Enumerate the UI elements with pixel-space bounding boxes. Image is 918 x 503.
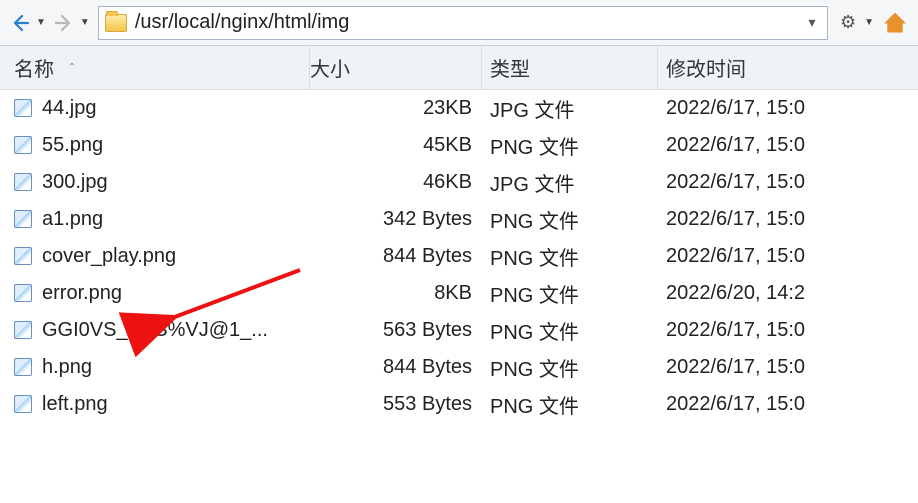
file-name: left.png (42, 393, 108, 416)
file-date: 2022/6/17, 15:0 (658, 97, 918, 120)
file-size: 46KB (310, 171, 482, 194)
column-header-name[interactable]: 名称 ˆ (0, 46, 310, 89)
file-date: 2022/6/17, 15:0 (658, 208, 918, 231)
back-history-dropdown[interactable]: ▼ (36, 17, 46, 28)
forward-history-dropdown[interactable]: ▼ (80, 17, 90, 28)
file-date: 2022/6/17, 15:0 (658, 319, 918, 342)
file-row[interactable]: 55.png 45KB PNG 文件 2022/6/17, 15:0 (0, 127, 918, 164)
column-header-date[interactable]: 修改时间 (658, 53, 918, 82)
file-name: 44.jpg (42, 97, 97, 120)
file-list: 44.jpg 23KB JPG 文件 2022/6/17, 15:0 55.pn… (0, 90, 918, 423)
file-type: PNG 文件 (482, 390, 658, 419)
file-size: 553 Bytes (310, 393, 482, 416)
settings-dropdown[interactable]: ▼ (864, 17, 874, 28)
file-type: PNG 文件 (482, 131, 658, 160)
address-bar[interactable]: /usr/local/nginx/html/img ▾ (98, 6, 828, 40)
file-size: 45KB (310, 134, 482, 157)
image-file-icon (14, 99, 32, 117)
address-path: /usr/local/nginx/html/img (135, 11, 795, 34)
file-type: PNG 文件 (482, 353, 658, 382)
image-file-icon (14, 321, 32, 339)
file-type: PNG 文件 (482, 316, 658, 345)
image-file-icon (14, 358, 32, 376)
file-size: 844 Bytes (310, 356, 482, 379)
column-header-type-label: 类型 (490, 53, 530, 82)
file-name: cover_play.png (42, 245, 176, 268)
folder-icon (105, 14, 127, 32)
settings-icon[interactable]: ⚙ (840, 12, 856, 33)
column-header-name-label: 名称 (14, 53, 54, 82)
image-file-icon (14, 395, 32, 413)
column-headers: 名称 ˆ 大小 类型 修改时间 (0, 46, 918, 90)
sort-indicator-icon: ˆ (70, 61, 74, 75)
file-row[interactable]: cover_play.png 844 Bytes PNG 文件 2022/6/1… (0, 238, 918, 275)
image-file-icon (14, 210, 32, 228)
image-file-icon (14, 284, 32, 302)
file-row[interactable]: error.png 8KB PNG 文件 2022/6/20, 14:2 (0, 275, 918, 312)
file-name: GGI0VS_7GS%VJ@1_... (42, 319, 268, 342)
file-name: a1.png (42, 208, 103, 231)
file-row[interactable]: a1.png 342 Bytes PNG 文件 2022/6/17, 15:0 (0, 201, 918, 238)
file-type: JPG 文件 (482, 94, 658, 123)
image-file-icon (14, 173, 32, 191)
column-header-type[interactable]: 类型 (482, 46, 658, 89)
column-header-size-label: 大小 (310, 53, 350, 82)
column-header-date-label: 修改时间 (666, 59, 746, 81)
file-row[interactable]: left.png 553 Bytes PNG 文件 2022/6/17, 15:… (0, 386, 918, 423)
file-date: 2022/6/17, 15:0 (658, 393, 918, 416)
file-type: JPG 文件 (482, 168, 658, 197)
file-date: 2022/6/17, 15:0 (658, 134, 918, 157)
forward-button[interactable] (50, 9, 78, 37)
file-date: 2022/6/17, 15:0 (658, 356, 918, 379)
back-button[interactable] (6, 9, 34, 37)
toolbar: ▼ ▼ /usr/local/nginx/html/img ▾ ⚙ ▼ (0, 0, 918, 46)
file-name: error.png (42, 282, 122, 305)
file-size: 342 Bytes (310, 208, 482, 231)
file-type: PNG 文件 (482, 205, 658, 234)
file-row[interactable]: h.png 844 Bytes PNG 文件 2022/6/17, 15:0 (0, 349, 918, 386)
file-name: h.png (42, 356, 92, 379)
file-name: 55.png (42, 134, 103, 157)
file-name: 300.jpg (42, 171, 108, 194)
toolbar-right: ⚙ ▼ (840, 12, 912, 33)
image-file-icon (14, 136, 32, 154)
file-date: 2022/6/17, 15:0 (658, 245, 918, 268)
image-file-icon (14, 247, 32, 265)
file-size: 563 Bytes (310, 319, 482, 342)
file-date: 2022/6/17, 15:0 (658, 171, 918, 194)
file-size: 8KB (310, 282, 482, 305)
file-type: PNG 文件 (482, 242, 658, 271)
file-size: 844 Bytes (310, 245, 482, 268)
file-size: 23KB (310, 97, 482, 120)
file-type: PNG 文件 (482, 279, 658, 308)
file-row[interactable]: 300.jpg 46KB JPG 文件 2022/6/17, 15:0 (0, 164, 918, 201)
home-icon[interactable] (884, 13, 906, 33)
file-date: 2022/6/20, 14:2 (658, 282, 918, 305)
column-header-size[interactable]: 大小 (310, 46, 482, 89)
file-row[interactable]: 44.jpg 23KB JPG 文件 2022/6/17, 15:0 (0, 90, 918, 127)
address-dropdown[interactable]: ▾ (803, 14, 821, 31)
file-row[interactable]: GGI0VS_7GS%VJ@1_... 563 Bytes PNG 文件 202… (0, 312, 918, 349)
